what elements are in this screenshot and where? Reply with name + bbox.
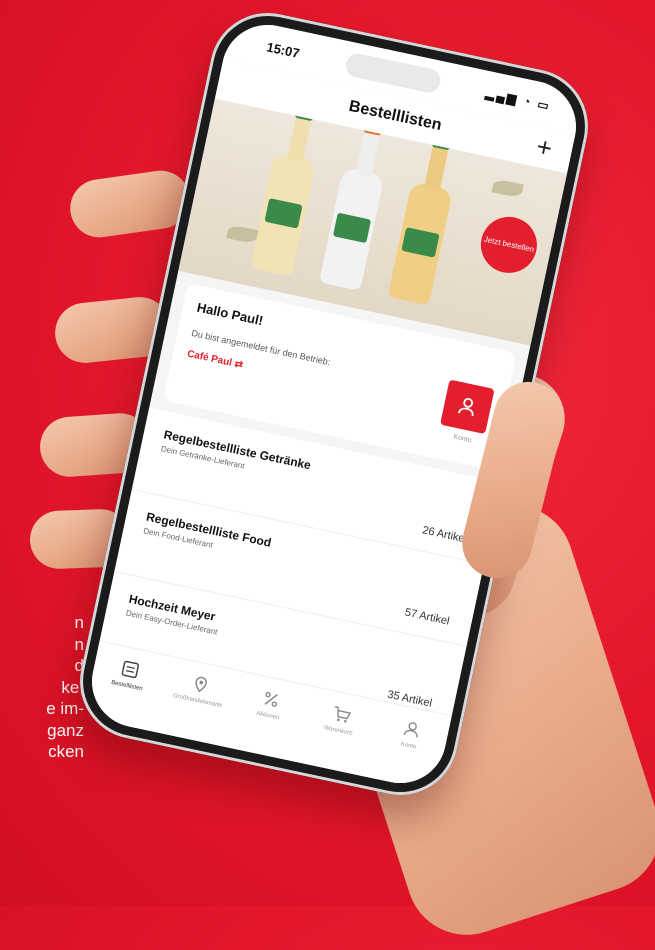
tab-label: Bestelllisten [110, 679, 144, 693]
business-switcher[interactable]: Café Paul ⇄ [186, 349, 244, 372]
switch-icon: ⇄ [233, 358, 244, 372]
location-pin-icon [195, 676, 207, 693]
status-time: 15:07 [265, 38, 302, 61]
account-label: Konto [452, 433, 473, 445]
list-icon [121, 660, 140, 679]
list-count: 26 Artikel [421, 524, 468, 546]
user-icon [457, 397, 474, 417]
bottle-image [318, 118, 385, 291]
cart-icon [334, 706, 352, 723]
tab-label: Großhandelsmarkt [172, 692, 223, 710]
leaf-decoration [491, 178, 524, 199]
bottle-image [387, 132, 454, 306]
tab-label: Konto [400, 741, 417, 751]
add-list-button[interactable]: + [534, 131, 555, 164]
tab-aktionen[interactable]: Aktionen [230, 682, 303, 760]
account-button[interactable] [440, 379, 495, 435]
leaf-decoration [226, 224, 259, 245]
bottle-image [250, 103, 317, 277]
tab-grosshandelsmarkt[interactable]: Großhandelsmarkt [160, 667, 233, 745]
user-icon [403, 722, 418, 738]
order-now-badge[interactable]: Jetzt bestellen [475, 211, 543, 279]
business-name: Café Paul [186, 348, 233, 369]
tab-konto[interactable]: Konto [371, 712, 444, 790]
status-icons: ▂▄▆ ◔ ▭ [484, 85, 553, 114]
list-count: 57 Artikel [403, 606, 451, 628]
tab-label: Warenkorb [323, 725, 353, 737]
percent-icon [264, 691, 278, 707]
tab-warenkorb[interactable]: Warenkorb [301, 697, 374, 775]
tab-bestelllisten[interactable]: Bestelllisten [89, 652, 162, 730]
tab-label: Aktionen [255, 710, 280, 722]
